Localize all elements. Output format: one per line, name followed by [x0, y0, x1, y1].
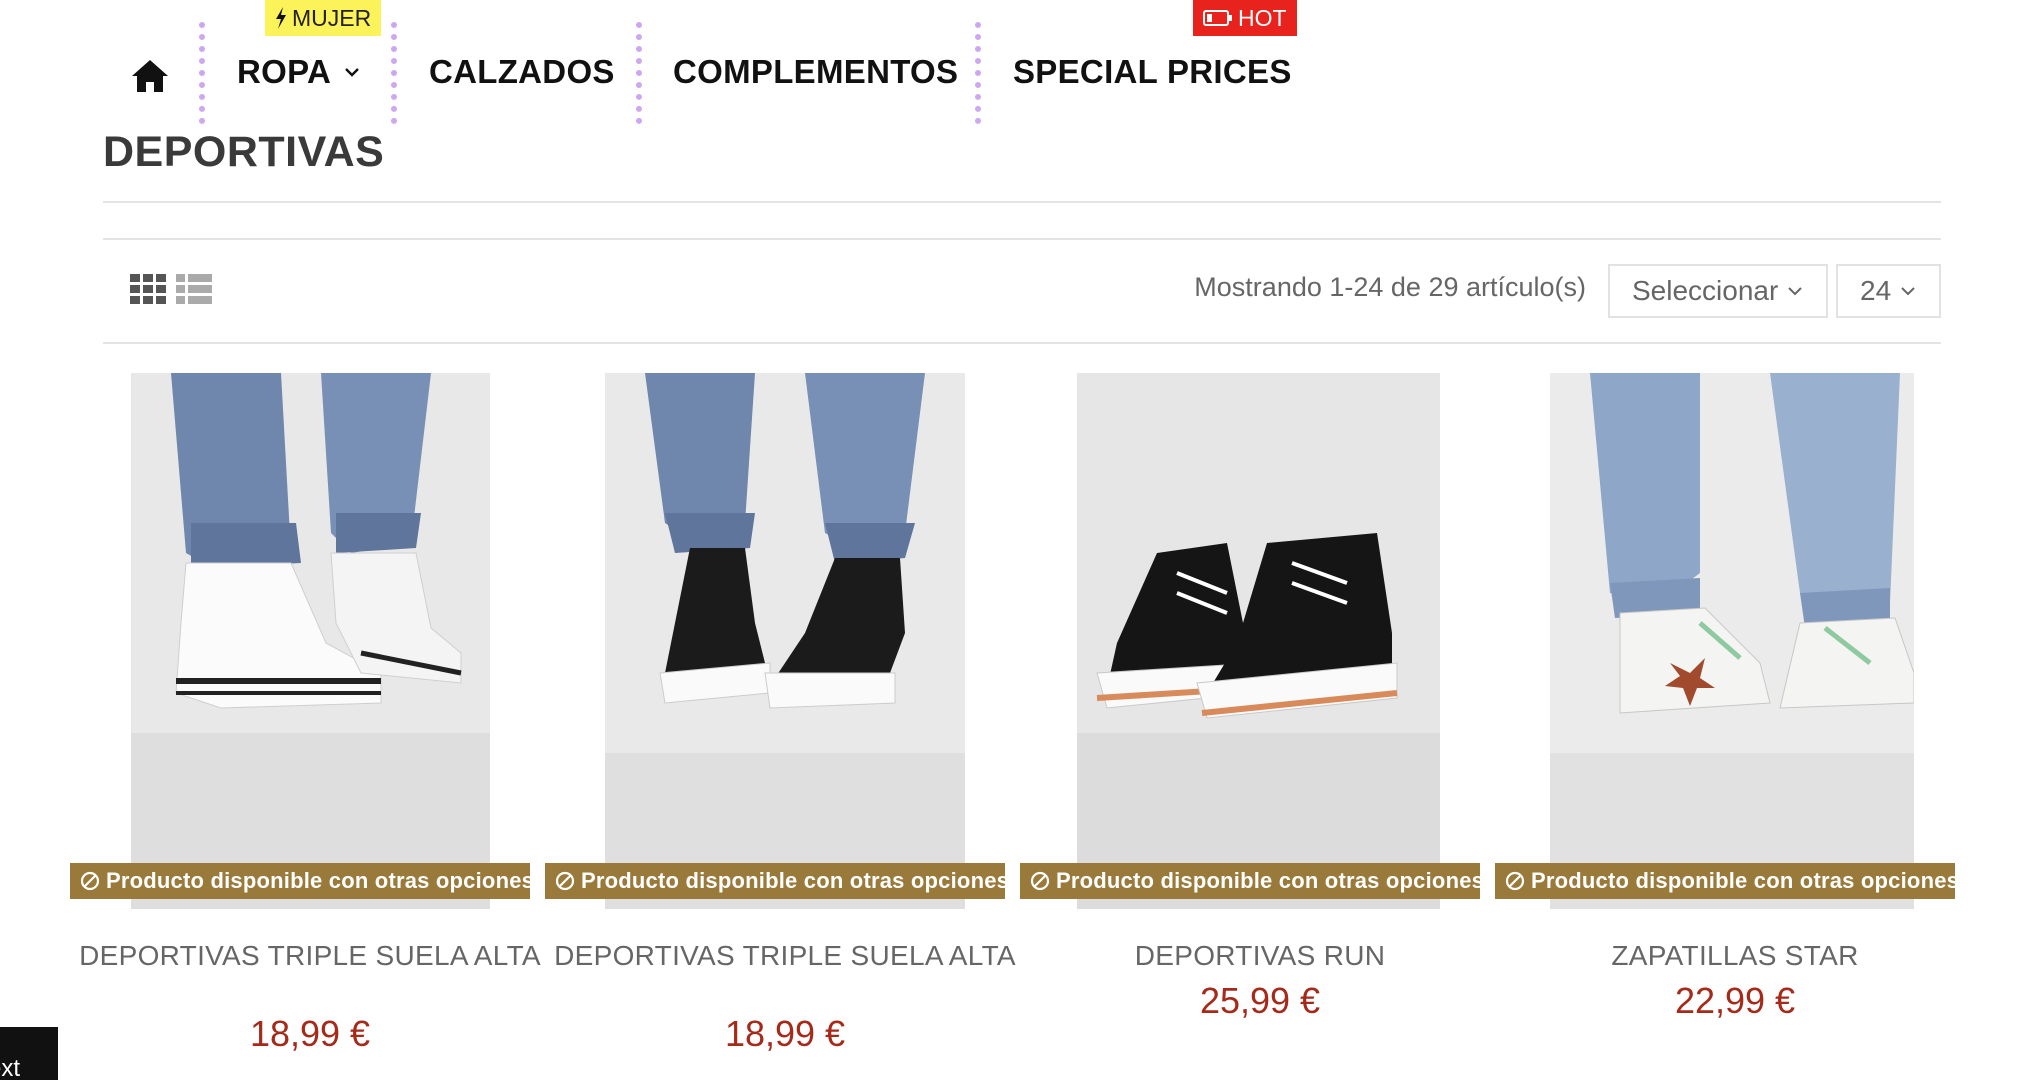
ban-icon [80, 871, 100, 891]
product-price: 22,99 € [1674, 980, 1796, 1021]
product-card[interactable]: Producto disponible con otras opciones D… [1020, 373, 1500, 1080]
product-image[interactable] [131, 373, 490, 909]
product-price: 25,99 € [1199, 980, 1321, 1021]
product-name[interactable]: DEPORTIVAS TRIPLE SUELA ALTA [545, 940, 1025, 972]
battery-icon [1203, 10, 1232, 26]
results-count: Mostrando 1-24 de 29 artículo(s) [1194, 272, 1586, 302]
nav-item-ropa[interactable]: ROPA [237, 52, 359, 92]
nav-separator [391, 22, 397, 124]
divider [103, 201, 1941, 203]
availability-badge-text: Producto disponible con otras opciones [1531, 868, 1960, 893]
nav-item-label: CALZADOS [429, 53, 615, 90]
availability-badge-text: Producto disponible con otras opciones [581, 868, 1010, 893]
page-title: DEPORTIVAS [103, 128, 385, 176]
availability-badge: Producto disponible con otras opciones [1020, 863, 1484, 899]
main-nav: MUJER ROPA CALZADOS COMPLEMENTOS HOT SPE… [0, 0, 2024, 130]
list-view-icon[interactable] [176, 274, 212, 304]
divider [103, 342, 1941, 344]
product-image[interactable] [605, 373, 965, 909]
availability-badge-text: Producto disponible con otras opciones [1056, 868, 1485, 893]
per-page-select[interactable]: 24 [1836, 264, 1941, 318]
chevron-down-icon [1788, 287, 1803, 296]
ban-icon [1030, 871, 1050, 891]
divider [103, 238, 1941, 240]
availability-badge: Producto disponible con otras opciones [70, 863, 534, 899]
next-tab-label: ext [0, 1055, 21, 1080]
nav-item-complementos[interactable]: COMPLEMENTOS [673, 52, 958, 92]
mujer-badge-label: MUJER [292, 4, 372, 31]
product-name[interactable]: DEPORTIVAS TRIPLE SUELA ALTA [70, 940, 550, 972]
nav-separator [975, 22, 981, 124]
nav-item-label: ROPA [237, 53, 332, 90]
availability-badge: Producto disponible con otras opciones [1495, 863, 1959, 899]
availability-badge-text: Producto disponible con otras opciones [106, 868, 535, 893]
nav-separator [199, 22, 205, 124]
chevron-down-icon [345, 68, 359, 77]
hot-badge: HOT [1193, 0, 1297, 36]
product-card[interactable]: Producto disponible con otras opciones D… [70, 373, 550, 1080]
chevron-down-icon [1901, 287, 1915, 296]
product-image[interactable] [1077, 373, 1440, 909]
nav-separator [636, 22, 642, 124]
nav-item-special-prices[interactable]: SPECIAL PRICES [1013, 52, 1292, 92]
product-price: 18,99 € [724, 1013, 846, 1054]
product-image[interactable] [1550, 373, 1914, 909]
product-price: 18,99 € [249, 1013, 371, 1054]
product-name[interactable]: ZAPATILLAS STAR [1495, 940, 1975, 972]
availability-badge: Producto disponible con otras opciones [545, 863, 1009, 899]
nav-item-label: SPECIAL PRICES [1013, 53, 1292, 90]
product-card[interactable]: Producto disponible con otras opciones D… [545, 373, 1025, 1080]
mujer-badge: MUJER [265, 0, 382, 36]
ban-icon [555, 871, 575, 891]
next-tab[interactable]: ext [0, 1027, 58, 1080]
home-icon[interactable] [130, 58, 170, 94]
hot-badge-label: HOT [1238, 4, 1287, 31]
nav-item-calzados[interactable]: CALZADOS [429, 52, 615, 92]
ban-icon [1505, 871, 1525, 891]
lightning-icon [276, 7, 286, 29]
sort-select-value: Seleccionar [1632, 275, 1779, 306]
per-page-value: 24 [1860, 275, 1892, 306]
sort-select[interactable]: Seleccionar [1608, 264, 1828, 318]
grid-view-icon[interactable] [130, 274, 166, 304]
product-card[interactable]: Producto disponible con otras opciones Z… [1495, 373, 1975, 1080]
product-name[interactable]: DEPORTIVAS RUN [1020, 940, 1500, 972]
nav-item-label: COMPLEMENTOS [673, 53, 959, 90]
